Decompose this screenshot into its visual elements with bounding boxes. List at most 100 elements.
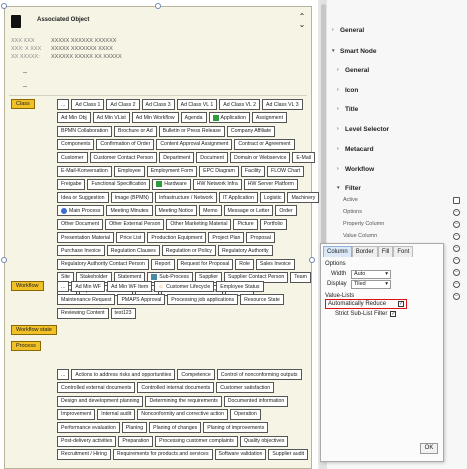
class-item[interactable]: IT Application [218, 192, 258, 204]
tab-border[interactable]: Border [351, 246, 378, 257]
class-item[interactable]: Other Document [57, 218, 104, 230]
class-item[interactable]: Message or Letter [223, 205, 274, 217]
class-item[interactable]: Employment Form [146, 165, 198, 177]
panel-section-title[interactable]: › Title [337, 103, 358, 115]
workflow-item[interactable]: Resource State [240, 294, 284, 306]
process-item[interactable]: Quality objectives [239, 435, 289, 447]
class-item[interactable]: Meeting Minutes [106, 205, 153, 217]
class-item[interactable]: Ad Class VL 1 [176, 99, 218, 110]
panel-section-filter[interactable]: ▾ Filter [337, 182, 361, 194]
class-item[interactable]: Domain or Webservice [229, 152, 291, 164]
class-item[interactable]: Infrastructure / Network [154, 192, 217, 204]
process-item[interactable]: Improvement [57, 408, 96, 420]
class-item[interactable]: Proposal [246, 232, 275, 243]
class-item[interactable]: Employee [113, 165, 145, 177]
process-item[interactable]: Software validation [214, 448, 267, 460]
remove-icon[interactable]: − [453, 293, 460, 300]
process-item[interactable]: Customer satisfaction [216, 382, 275, 394]
class-item[interactable]: Content Approval Assignment [156, 138, 233, 150]
class-item[interactable]: Freigabe [57, 178, 86, 190]
class-item[interactable]: Department [159, 152, 195, 164]
panel-section-general[interactable]: › General [332, 24, 364, 36]
class-item[interactable]: Assignment [251, 112, 288, 124]
class-item[interactable]: Memo [199, 205, 222, 217]
class-item[interactable]: Ad Class VL 2 [219, 99, 260, 110]
associated-object-node[interactable]: Associated Object ⌃ ⌄ XXX XXX XXXXX XXXXXX… [4, 6, 320, 469]
class-item[interactable]: HW Server Platform [243, 178, 298, 190]
class-item[interactable]: Ad Min Workflow [131, 112, 179, 124]
class-item[interactable]: BPMN Collaboration [57, 125, 112, 137]
process-item[interactable]: Requirements for products and services [112, 448, 213, 460]
class-item[interactable]: FLOW Chart [267, 165, 305, 177]
class-item[interactable]: Confirmation of Order [96, 138, 155, 150]
panel-section-icon[interactable]: › Icon [337, 84, 358, 96]
display-select[interactable]: Tiled ▾ [351, 280, 391, 289]
class-item[interactable]: Picture [233, 218, 258, 230]
process-item[interactable]: Preparation [118, 435, 154, 447]
panel-section-level-selector[interactable]: › Level Selector [337, 123, 389, 135]
auto-reduce-checkbox[interactable]: ✓ [398, 301, 404, 307]
workflow-item[interactable]: test123 [110, 307, 136, 319]
workflow-item[interactable]: Maintenance Request [57, 294, 116, 306]
remove-icon[interactable]: − [453, 269, 460, 276]
class-item[interactable]: Purchase Invoice [57, 245, 105, 257]
panel-section-smart-node[interactable]: ▾ Smart Node [332, 45, 376, 57]
class-item[interactable]: Agenda [180, 112, 207, 124]
class-item[interactable]: Team [290, 271, 311, 283]
class-item[interactable]: Ad Min Obj [57, 112, 91, 124]
process-item[interactable]: Processing customer complaints [155, 435, 238, 447]
class-item[interactable]: Functional Specification [87, 178, 151, 190]
class-item[interactable]: Image (BPMN) [110, 192, 153, 204]
remove-icon[interactable]: − [453, 209, 460, 216]
class-item[interactable]: Presentation Material [57, 232, 115, 243]
process-item[interactable]: Determining the requirements [145, 395, 222, 407]
class-item[interactable]: Sales Invoice [255, 258, 295, 270]
process-item[interactable]: Competence [177, 369, 215, 380]
class-item[interactable]: Regulatory Authority Contact Person [57, 258, 149, 270]
class-item[interactable]: HW Network Infra [192, 178, 242, 190]
class-item[interactable]: Hardware [152, 178, 191, 190]
tab-fill[interactable]: Fill [377, 246, 394, 257]
class-item[interactable]: E-Mail [292, 152, 316, 164]
process-item[interactable]: ... [57, 369, 70, 380]
class-item[interactable]: Contract or Agreement [234, 138, 295, 150]
class-item[interactable]: Report [150, 258, 175, 270]
process-item[interactable]: Planing of improvements [203, 422, 269, 434]
process-item[interactable]: Control of nonconforming outputs [216, 369, 302, 380]
class-item[interactable]: Portfolio [259, 218, 287, 230]
class-item[interactable]: Ad Class VL 3 [261, 99, 303, 110]
process-item[interactable]: Documented information [223, 395, 289, 407]
remove-icon[interactable]: − [453, 257, 460, 264]
diagram-canvas[interactable]: Associated Object ⌃ ⌄ XXX XXX XXXXX XXXXXX… [0, 0, 320, 469]
remove-icon[interactable]: − [453, 221, 460, 228]
process-item[interactable]: Internal audit [97, 408, 136, 420]
workflow-item[interactable]: Reviewing Content [57, 307, 109, 319]
width-select[interactable]: Auto ▾ [351, 270, 391, 279]
process-item[interactable]: Recruitment / Hiring [57, 448, 111, 460]
class-item[interactable]: Other External Person [105, 218, 165, 230]
workflow-item[interactable]: Ad Min WF [71, 281, 105, 292]
remove-icon[interactable]: − [453, 233, 460, 240]
class-item[interactable]: Ad Min VList [92, 112, 130, 124]
class-item[interactable]: Request for Proposal [176, 258, 234, 270]
class-item[interactable]: ... [57, 99, 70, 110]
process-item[interactable]: Supplier audit [268, 448, 309, 460]
class-item[interactable]: Components [57, 138, 95, 150]
workflow-item[interactable]: ... [57, 281, 70, 292]
process-item[interactable]: Design and development planning [57, 395, 144, 407]
class-item[interactable]: Price List [116, 232, 146, 243]
class-item[interactable]: EPC Diagram [199, 165, 239, 177]
class-item[interactable]: Regulation Clauses [106, 245, 160, 257]
class-item[interactable]: Meeting Notice [154, 205, 198, 217]
class-item[interactable]: Other Marketing Material [166, 218, 232, 230]
class-item[interactable]: Ad Class 3 [141, 99, 175, 110]
class-item[interactable]: Project Plan [208, 232, 245, 243]
class-item[interactable]: Company Affiliate [226, 125, 276, 137]
panel-section-metacard[interactable]: › Metacard [337, 143, 374, 155]
process-item[interactable]: Performance evaluation [57, 422, 120, 434]
workflow-item[interactable]: Processing job applications [167, 294, 239, 306]
process-item[interactable]: Planing [121, 422, 148, 434]
class-item[interactable]: Idea or Suggestion [57, 192, 109, 204]
workflow-item[interactable]: PMAPS Approval [117, 294, 166, 306]
class-item[interactable]: Regulatory Authority [217, 245, 273, 257]
